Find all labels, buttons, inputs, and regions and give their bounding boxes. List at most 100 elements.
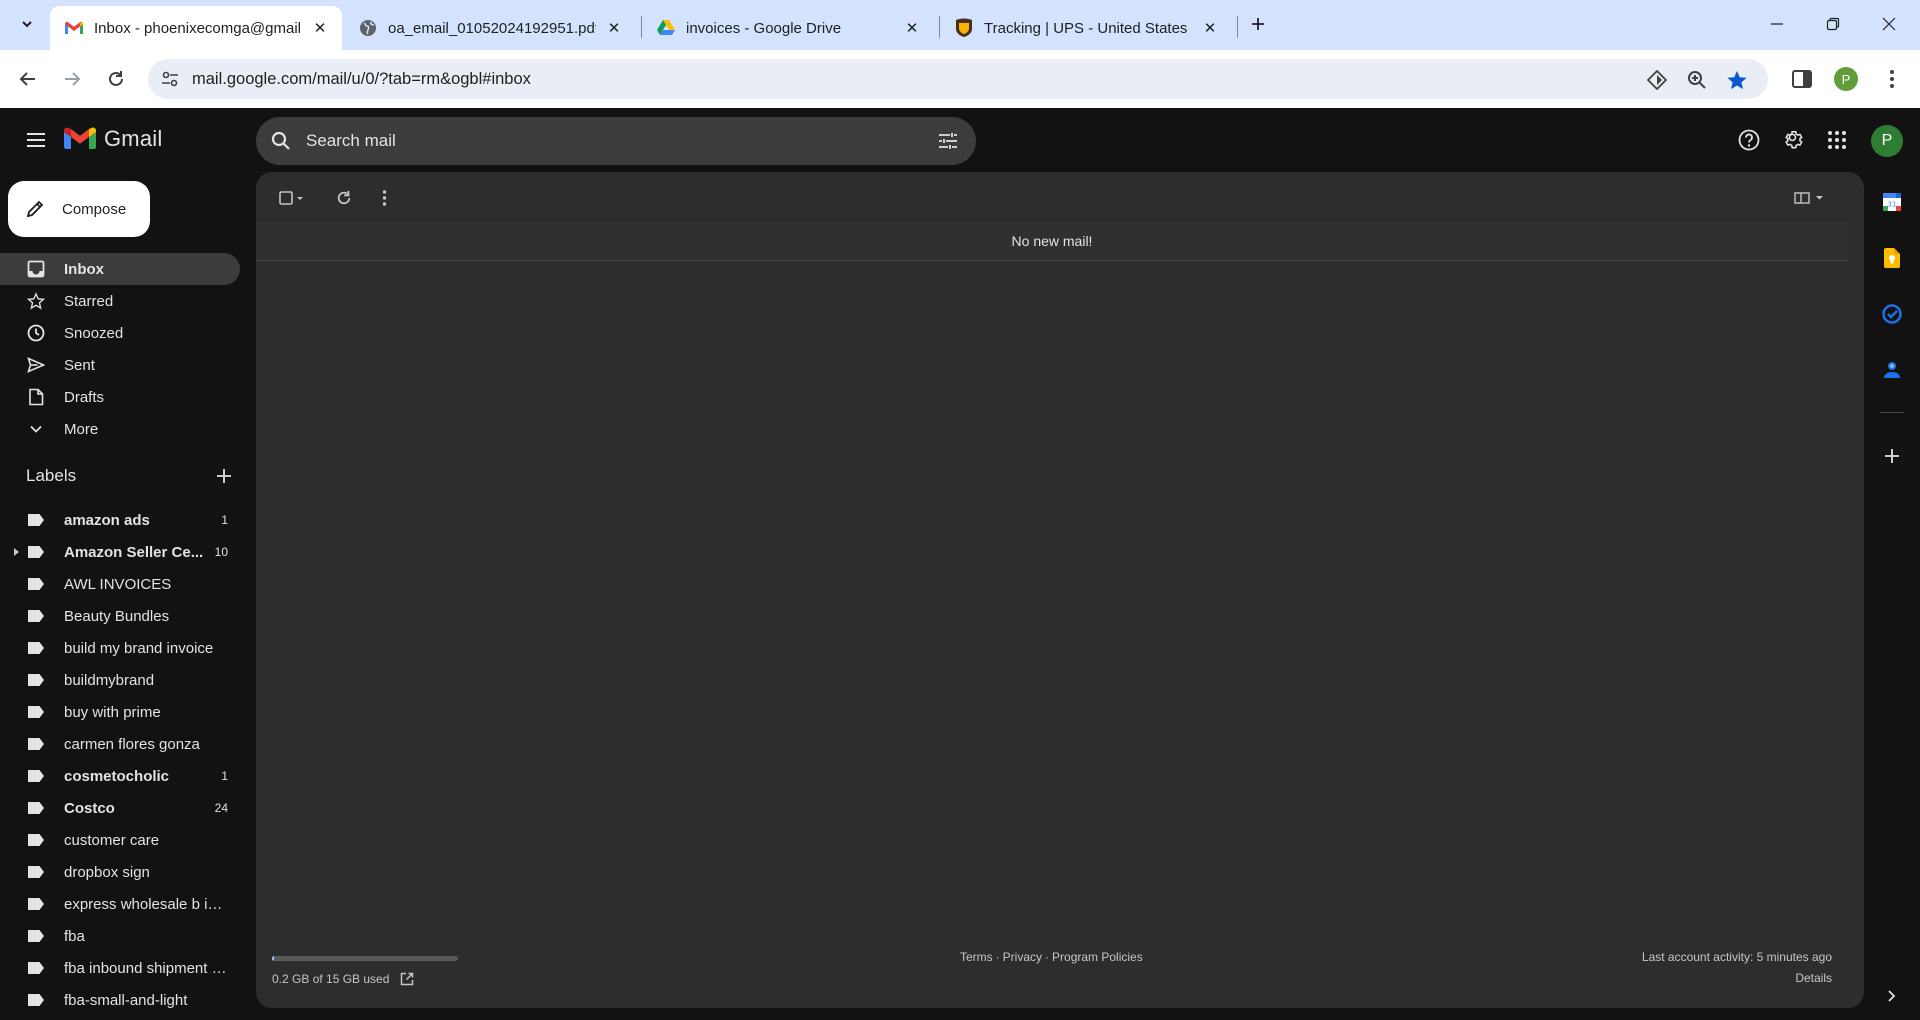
label-item[interactable]: buildmybrand — [0, 664, 240, 696]
search-icon[interactable] — [256, 131, 306, 151]
tab-search-button[interactable] — [12, 8, 42, 40]
sidebar-item-snoozed[interactable]: Snoozed — [0, 317, 240, 349]
extension-diamond-icon[interactable] — [1644, 67, 1670, 93]
label-unread-count: 10 — [214, 545, 228, 559]
show-side-panel-button[interactable] — [1880, 984, 1904, 1008]
sidebar-item-more[interactable]: More — [0, 413, 240, 445]
restore-button[interactable] — [1810, 6, 1856, 42]
keep-app-icon[interactable] — [1880, 246, 1904, 270]
expand-arrow-icon[interactable] — [14, 548, 19, 556]
label-item[interactable]: fba inbound shipment b... — [0, 952, 240, 984]
chrome-menu-button[interactable] — [1876, 63, 1908, 95]
sidebar-item-sent[interactable]: Sent — [0, 349, 240, 381]
select-all-checkbox[interactable] — [272, 182, 312, 214]
main-panel: No new mail! 0.2 GB of 15 GB used Terms ·… — [256, 172, 1864, 1008]
create-label-button[interactable] — [212, 464, 236, 488]
sidebar-item-label: Starred — [64, 292, 114, 310]
storage-bar-fill — [272, 956, 275, 961]
label-tag-icon — [26, 766, 46, 786]
gmail-logo-icon — [64, 127, 96, 150]
label-item[interactable]: fba-small-and-light — [0, 984, 240, 1016]
main-menu-button[interactable] — [20, 124, 52, 156]
more-actions-button[interactable] — [368, 182, 400, 214]
tab-ups-tracking[interactable]: Tracking | UPS - United States ✕ — [940, 6, 1232, 50]
get-addons-button[interactable] — [1880, 444, 1904, 468]
label-tag-icon — [26, 926, 46, 946]
last-activity-text: Last account activity: 5 minutes ago — [1641, 950, 1832, 964]
site-info-icon[interactable] — [148, 71, 192, 87]
tab-close-icon[interactable]: ✕ — [604, 18, 624, 38]
reload-button[interactable] — [100, 63, 132, 95]
label-item[interactable]: Amazon Seller Ce... 10 — [0, 536, 240, 568]
chevron-right-icon — [1888, 990, 1896, 1002]
label-item[interactable]: cosmetocholic 1 — [0, 760, 240, 792]
privacy-link[interactable]: Privacy — [1003, 950, 1042, 964]
label-tag-icon — [26, 830, 46, 850]
google-apps-button[interactable] — [1821, 124, 1853, 156]
compose-button[interactable]: Compose — [8, 181, 150, 237]
tab-gmail-inbox[interactable]: Inbox - phoenixecomga@gmail ✕ — [50, 6, 342, 50]
new-tab-button[interactable] — [1244, 10, 1272, 38]
program-policies-link[interactable]: Program Policies — [1052, 950, 1143, 964]
tab-close-icon[interactable]: ✕ — [1200, 18, 1220, 38]
bookmark-star-icon[interactable] — [1724, 67, 1750, 93]
label-name: dropbox sign — [64, 863, 150, 881]
label-name: amazon ads — [64, 511, 150, 529]
calendar-app-icon[interactable]: 31 — [1880, 190, 1904, 214]
label-tag-icon — [26, 798, 46, 818]
tasks-app-icon[interactable] — [1880, 302, 1904, 326]
label-item[interactable]: build my brand invoice — [0, 632, 240, 664]
side-panel-divider — [1880, 412, 1904, 413]
label-item[interactable]: dropbox sign — [0, 856, 240, 888]
zoom-icon[interactable] — [1684, 67, 1710, 93]
label-unread-count: 1 — [221, 769, 228, 783]
contacts-app-icon[interactable] — [1880, 358, 1904, 382]
support-button[interactable] — [1733, 124, 1765, 156]
refresh-button[interactable] — [328, 182, 360, 214]
label-item[interactable]: fba — [0, 920, 240, 952]
back-button[interactable] — [12, 63, 44, 95]
label-unread-count: 24 — [214, 801, 228, 815]
tab-pdf[interactable]: oa_email_01052024192951.pdf ✕ — [344, 6, 636, 50]
side-panel-button[interactable] — [1786, 63, 1818, 95]
nav-list: Inbox Starred Snoozed Sent Drafts More — [0, 253, 240, 445]
sidebar-item-drafts[interactable]: Drafts — [0, 381, 240, 413]
tab-google-drive[interactable]: invoices - Google Drive ✕ — [642, 6, 934, 50]
split-pane-toggle[interactable] — [1788, 182, 1832, 214]
label-tag-icon — [26, 990, 46, 1010]
label-item[interactable]: AWL INVOICES — [0, 568, 240, 600]
terms-link[interactable]: Terms — [960, 950, 993, 964]
label-name: Amazon Seller Ce... — [64, 543, 204, 561]
search-bar[interactable] — [256, 117, 976, 165]
compose-label: Compose — [62, 200, 127, 218]
settings-button[interactable] — [1777, 124, 1809, 156]
profile-button[interactable]: P — [1830, 63, 1862, 95]
close-icon — [1882, 17, 1896, 31]
kebab-menu-icon — [1890, 70, 1894, 88]
label-item[interactable]: customer care — [0, 824, 240, 856]
external-link-icon[interactable] — [399, 971, 415, 987]
label-item[interactable]: buy with prime — [0, 696, 240, 728]
minimize-button[interactable] — [1754, 6, 1800, 42]
label-item[interactable]: carmen flores gonza — [0, 728, 240, 760]
account-avatar[interactable]: P — [1871, 125, 1903, 157]
forward-button[interactable] — [56, 63, 88, 95]
label-item[interactable]: amazon ads 1 — [0, 504, 240, 536]
label-item[interactable]: Costco 24 — [0, 792, 240, 824]
details-link[interactable]: Details — [1642, 971, 1832, 985]
search-options-icon[interactable] — [920, 132, 976, 150]
address-bar[interactable]: mail.google.com/mail/u/0/?tab=rm&ogbl#in… — [148, 59, 1768, 99]
sidebar-item-inbox[interactable]: Inbox — [0, 253, 240, 285]
sidebar-item-starred[interactable]: Starred — [0, 285, 240, 317]
search-input[interactable] — [306, 131, 920, 151]
label-item[interactable]: Beauty Bundles — [0, 600, 240, 632]
label-item[interactable]: express wholesale b inv... — [0, 888, 240, 920]
label-name: AWL INVOICES — [64, 575, 172, 593]
gmail-logo[interactable]: Gmail — [64, 126, 162, 152]
tab-close-icon[interactable]: ✕ — [310, 18, 330, 38]
plus-icon — [1885, 449, 1899, 463]
tab-close-icon[interactable]: ✕ — [902, 18, 922, 38]
label-tag-icon — [26, 670, 46, 690]
close-window-button[interactable] — [1866, 6, 1912, 42]
storage-bar — [272, 956, 458, 961]
